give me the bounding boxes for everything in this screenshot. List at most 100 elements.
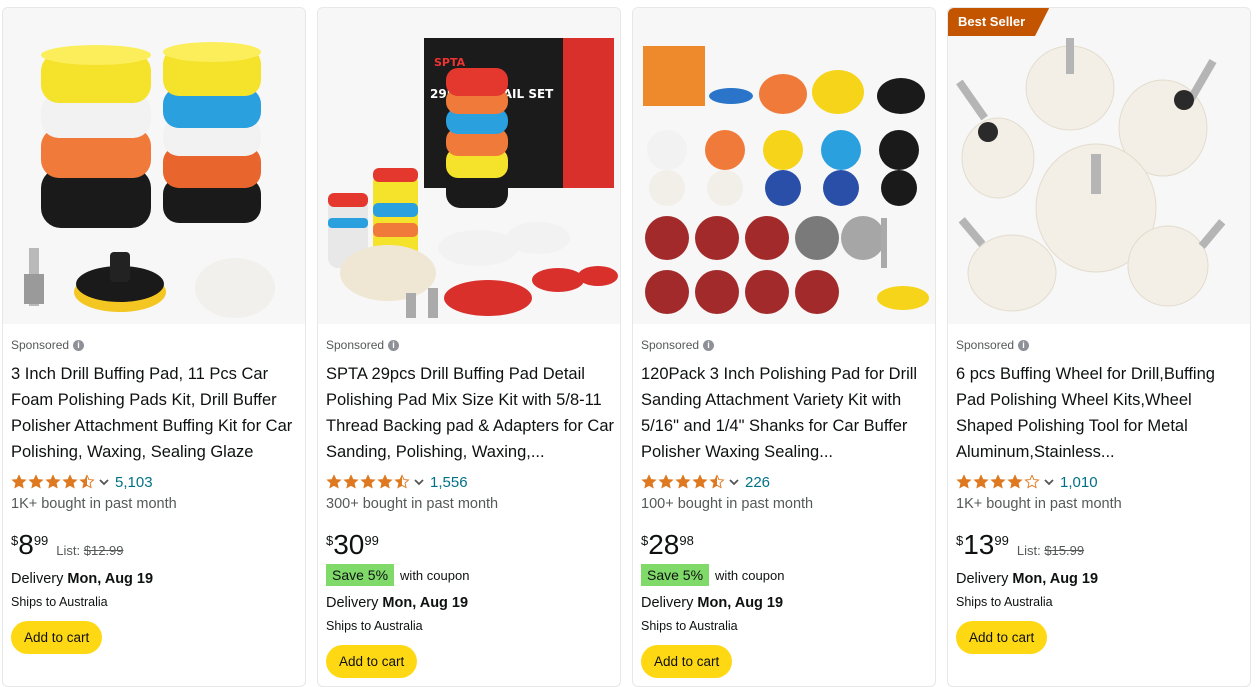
product-title[interactable]: 3 Inch Drill Buffing Pad, 11 Pcs Car Foa… [11,361,301,465]
add-to-cart-button[interactable]: Add to cart [956,621,1048,654]
box-brand-text: SPTA [434,56,466,69]
price-whole: 28 [648,529,680,560]
ships-to: Ships to Australia [956,595,1053,609]
delivery-info: Delivery Mon, Aug 19 [956,571,1099,587]
star-icon [692,474,708,489]
price-currency: $ [641,533,649,548]
price[interactable]: $ 13 99 List: $15.99 [956,530,1246,562]
list-price: List: $12.99 [56,543,124,558]
chevron-down-icon[interactable] [412,475,426,489]
ships-to: Ships to Australia [326,619,423,633]
star-icon [709,474,725,489]
product-image[interactable] [3,8,305,324]
product-card[interactable]: Best Seller Sponsored i 6 pcs Buffing Wh… [947,7,1251,687]
price-currency: $ [956,533,964,548]
price-currency: $ [326,533,334,548]
price[interactable]: $ 28 98 [641,530,931,562]
star-icon [1024,474,1040,489]
star-icon [641,474,657,489]
ships-to: Ships to Australia [11,595,108,609]
info-circle-icon[interactable]: i [388,339,400,351]
product-card[interactable]: SPTA 29PCS DETAIL SET [317,7,621,687]
star-icon [973,474,989,489]
coupon-row[interactable]: Save 5% with coupon [326,564,616,586]
chevron-down-icon[interactable] [97,475,111,489]
price-whole: 8 [18,529,34,560]
sponsored-label[interactable]: Sponsored i [326,337,616,353]
review-count[interactable]: 5,103 [115,474,153,491]
coupon-row[interactable]: Save 5% with coupon [641,564,931,586]
chevron-down-icon[interactable] [727,475,741,489]
star-icon [377,474,393,489]
star-icon [1007,474,1023,489]
star-icon [11,474,27,489]
bought-text: 100+ bought in past month [641,496,814,512]
product-image[interactable]: Best Seller [948,8,1250,324]
star-rating[interactable] [326,474,411,490]
bought-text: 1K+ bought in past month [11,496,177,512]
add-to-cart-button[interactable]: Add to cart [11,621,103,654]
star-rating[interactable] [956,474,1041,490]
best-seller-badge[interactable]: Best Seller [948,8,1050,36]
star-icon [990,474,1006,489]
rating-row[interactable]: 226 [641,473,931,491]
price-fraction: 99 [364,533,379,548]
rating-row[interactable]: 1,010 [956,473,1246,491]
price-whole: 30 [333,529,365,560]
sponsored-label[interactable]: Sponsored i [956,337,1246,353]
star-icon [360,474,376,489]
star-icon [675,474,691,489]
sponsored-text: Sponsored [956,338,1015,352]
info-circle-icon[interactable]: i [1018,339,1030,351]
ships-to: Ships to Australia [641,619,738,633]
star-icon [956,474,972,489]
product-image[interactable] [633,8,935,324]
review-count[interactable]: 226 [745,474,770,491]
sponsored-text: Sponsored [641,338,700,352]
product-title[interactable]: 6 pcs Buffing Wheel for Drill,Buffing Pa… [956,361,1246,465]
delivery-info: Delivery Mon, Aug 19 [326,595,469,611]
star-icon [62,474,78,489]
star-icon [394,474,410,489]
info-circle-icon[interactable]: i [703,339,715,351]
rating-row[interactable]: 5,103 [11,473,301,491]
info-circle-icon[interactable]: i [73,339,85,351]
price[interactable]: $ 8 99 List: $12.99 [11,530,301,562]
star-icon [343,474,359,489]
product-card[interactable]: Sponsored i 120Pack 3 Inch Polishing Pad… [632,7,936,687]
coupon-text: with coupon [715,567,785,583]
price-fraction: 99 [33,533,49,548]
chevron-down-icon[interactable] [1042,475,1056,489]
bought-text: 1K+ bought in past month [956,496,1122,512]
rating-row[interactable]: 1,556 [326,473,616,491]
price-whole: 13 [963,529,995,560]
product-image[interactable]: SPTA 29PCS DETAIL SET [318,8,620,324]
star-icon [79,474,95,489]
product-title[interactable]: 120Pack 3 Inch Polishing Pad for Drill S… [641,361,931,465]
coupon-text: with coupon [400,567,470,583]
price-fraction: 98 [679,533,694,548]
price-currency: $ [11,533,19,548]
bought-text: 300+ bought in past month [326,496,499,512]
review-count[interactable]: 1,010 [1060,474,1098,491]
coupon-badge[interactable]: Save 5% [641,564,710,586]
star-rating[interactable] [11,474,96,490]
product-grid: Sponsored i 3 Inch Drill Buffing Pad, 11… [0,0,1260,687]
review-count[interactable]: 1,556 [430,474,468,491]
sponsored-text: Sponsored [11,338,70,352]
product-card[interactable]: Sponsored i 3 Inch Drill Buffing Pad, 11… [2,7,306,687]
star-icon [326,474,342,489]
price[interactable]: $ 30 99 [326,530,616,562]
price-fraction: 99 [994,533,1009,548]
list-price: List: $15.99 [1016,543,1085,558]
product-title[interactable]: SPTA 29pcs Drill Buffing Pad Detail Poli… [326,361,616,465]
sponsored-label[interactable]: Sponsored i [641,337,931,353]
add-to-cart-button[interactable]: Add to cart [326,645,418,678]
sponsored-text: Sponsored [326,338,385,352]
add-to-cart-button[interactable]: Add to cart [641,645,733,678]
coupon-badge[interactable]: Save 5% [326,564,395,586]
star-icon [28,474,44,489]
star-icon [658,474,674,489]
star-rating[interactable] [641,474,726,490]
sponsored-label[interactable]: Sponsored i [11,337,301,353]
